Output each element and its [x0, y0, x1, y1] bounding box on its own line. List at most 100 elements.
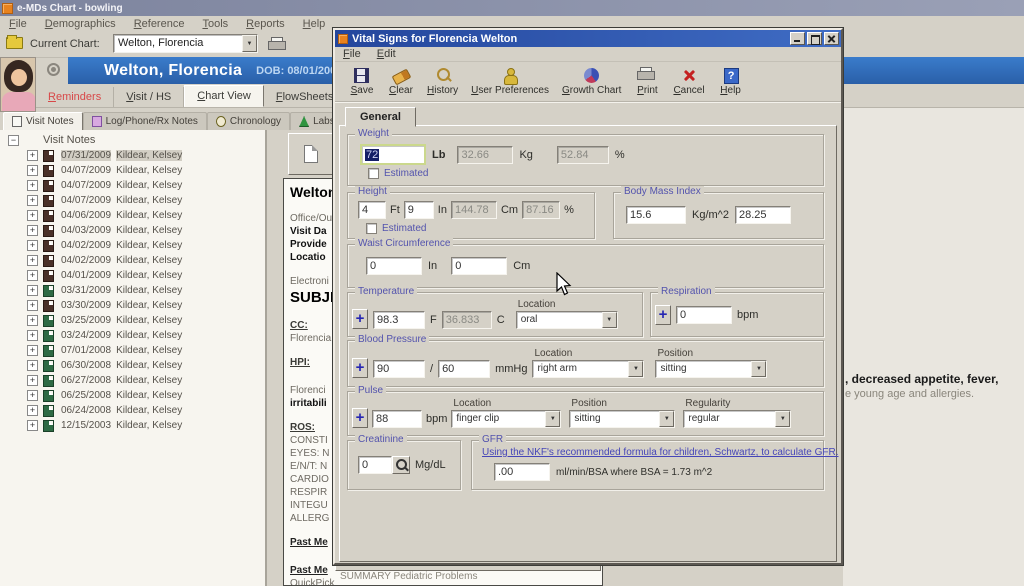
save-button[interactable]: Save [345, 66, 379, 97]
pulse-regularity-select[interactable]: regular ▼ [683, 410, 791, 428]
pulse-field[interactable]: 88 [372, 410, 422, 428]
expand-icon[interactable] [27, 330, 38, 341]
expand-icon[interactable] [27, 390, 38, 401]
visit-note-row[interactable]: 04/02/2009 Kildear, Kelsey [0, 253, 265, 268]
expand-icon[interactable] [27, 270, 38, 281]
waist-in-field[interactable]: 0 [366, 257, 422, 275]
visit-note-row[interactable]: 07/31/2009 Kildear, Kelsey [0, 148, 265, 163]
visit-note-row[interactable]: 06/25/2008 Kildear, Kelsey [0, 388, 265, 403]
gfr-field[interactable]: .00 [494, 463, 550, 481]
creatinine-search-button[interactable] [392, 456, 410, 474]
expand-icon[interactable] [27, 345, 38, 356]
visit-note-row[interactable]: 03/31/2009 Kildear, Kelsey [0, 283, 265, 298]
visit-note-row[interactable]: 04/07/2009 Kildear, Kelsey [0, 178, 265, 193]
print-chart-icon[interactable] [268, 37, 284, 50]
bp-diastolic-field[interactable]: 60 [438, 360, 490, 378]
expand-icon[interactable] [27, 420, 38, 431]
tree-root[interactable]: Visit Notes [0, 130, 265, 148]
chart-status-icon[interactable] [47, 63, 60, 76]
visit-note-row[interactable]: 03/24/2009 Kildear, Kelsey [0, 328, 265, 343]
menu-item[interactable]: Reports [237, 18, 294, 30]
expand-icon[interactable] [27, 195, 38, 206]
main-tab[interactable]: Chart View [184, 85, 264, 107]
creatinine-field[interactable]: 0 [358, 456, 392, 474]
edit-note-button[interactable] [288, 133, 334, 175]
visit-note-row[interactable]: 03/30/2009 Kildear, Kelsey [0, 298, 265, 313]
notes-subtab[interactable]: Log/Phone/Rx Notes [83, 112, 207, 130]
temperature-location-select[interactable]: oral ▼ [516, 311, 618, 329]
chevron-down-icon[interactable]: ▼ [628, 361, 643, 377]
expand-icon[interactable] [27, 255, 38, 266]
user-preferences-button[interactable]: User Preferences [467, 66, 553, 97]
dialog-menu-item[interactable]: File [335, 48, 369, 60]
menu-item[interactable]: File [0, 18, 36, 30]
visit-note-row[interactable]: 06/27/2008 Kildear, Kelsey [0, 373, 265, 388]
main-tab[interactable]: Reminders [36, 87, 114, 107]
expand-icon[interactable] [27, 300, 38, 311]
expand-icon[interactable] [27, 285, 38, 296]
visit-note-row[interactable]: 04/07/2009 Kildear, Kelsey [0, 193, 265, 208]
temperature-f-field[interactable]: 98.3 [373, 311, 425, 329]
pulse-location-select[interactable]: finger clip ▼ [451, 410, 561, 428]
chevron-down-icon[interactable]: ▼ [659, 411, 674, 427]
cancel-button[interactable]: Cancel [669, 66, 708, 97]
respiration-add-button[interactable] [655, 305, 671, 325]
current-chart-select[interactable]: Welton, Florencia ▼ [113, 34, 258, 53]
help-button[interactable]: Help [714, 66, 748, 97]
bmi-value-field[interactable]: 15.6 [626, 206, 686, 224]
bp-location-select[interactable]: right arm ▼ [532, 360, 644, 378]
dialog-menu-item[interactable]: Edit [369, 48, 404, 60]
expand-icon[interactable] [27, 360, 38, 371]
expand-icon[interactable] [27, 225, 38, 236]
collapse-icon[interactable] [8, 135, 19, 146]
blood-pressure-add-button[interactable] [352, 358, 368, 378]
maximize-button[interactable] [807, 32, 822, 45]
menu-item[interactable]: Reference [125, 18, 194, 30]
chevron-down-icon[interactable]: ▼ [242, 35, 257, 52]
dialog-titlebar[interactable]: Vital Signs for Florencia Welton [335, 30, 841, 47]
expand-icon[interactable] [27, 165, 38, 176]
minimize-button[interactable] [790, 32, 805, 45]
chevron-down-icon[interactable]: ▼ [751, 361, 766, 377]
chart-folder-icon[interactable] [6, 37, 23, 49]
visit-note-row[interactable]: 03/25/2009 Kildear, Kelsey [0, 313, 265, 328]
notes-subtab[interactable]: Chronology [207, 112, 290, 130]
expand-icon[interactable] [27, 405, 38, 416]
expand-icon[interactable] [27, 375, 38, 386]
history-button[interactable]: History [423, 66, 462, 97]
menu-item[interactable]: Help [294, 18, 335, 30]
close-button[interactable] [824, 32, 839, 45]
expand-icon[interactable] [27, 180, 38, 191]
waist-cm-field[interactable]: 0 [451, 257, 507, 275]
visit-note-row[interactable]: 07/01/2008 Kildear, Kelsey [0, 343, 265, 358]
visit-note-row[interactable]: 04/03/2009 Kildear, Kelsey [0, 223, 265, 238]
pulse-add-button[interactable] [352, 408, 368, 428]
height-ft-field[interactable]: 4 [358, 201, 386, 219]
visit-note-row[interactable]: 06/24/2008 Kildear, Kelsey [0, 403, 265, 418]
weight-estimated-checkbox[interactable] [368, 168, 379, 179]
bp-position-select[interactable]: sitting ▼ [655, 360, 767, 378]
height-in-field[interactable]: 9 [404, 201, 434, 219]
visit-note-row[interactable]: 06/30/2008 Kildear, Kelsey [0, 358, 265, 373]
chevron-down-icon[interactable]: ▼ [545, 411, 560, 427]
clear-button[interactable]: Clear [384, 66, 418, 97]
chevron-down-icon[interactable]: ▼ [602, 312, 617, 328]
expand-icon[interactable] [27, 210, 38, 221]
growth-chart-button[interactable]: Growth Chart [558, 66, 625, 97]
visit-note-row[interactable]: 04/06/2009 Kildear, Kelsey [0, 208, 265, 223]
visit-note-row[interactable]: 12/15/2003 Kildear, Kelsey [0, 418, 265, 433]
expand-icon[interactable] [27, 150, 38, 161]
temperature-add-button[interactable] [352, 309, 368, 329]
respiration-field[interactable]: 0 [676, 306, 732, 324]
weight-lb-field[interactable]: 72 [360, 144, 426, 165]
bp-systolic-field[interactable]: 90 [373, 360, 425, 378]
expand-icon[interactable] [27, 240, 38, 251]
menu-item[interactable]: Tools [193, 18, 237, 30]
notes-subtab[interactable]: Visit Notes [3, 112, 83, 130]
chevron-down-icon[interactable]: ▼ [775, 411, 790, 427]
pulse-position-select[interactable]: sitting ▼ [569, 410, 675, 428]
visit-note-row[interactable]: 04/01/2009 Kildear, Kelsey [0, 268, 265, 283]
main-tab[interactable]: Visit / HS [114, 87, 184, 107]
height-estimated-checkbox[interactable] [366, 223, 377, 234]
expand-icon[interactable] [27, 315, 38, 326]
